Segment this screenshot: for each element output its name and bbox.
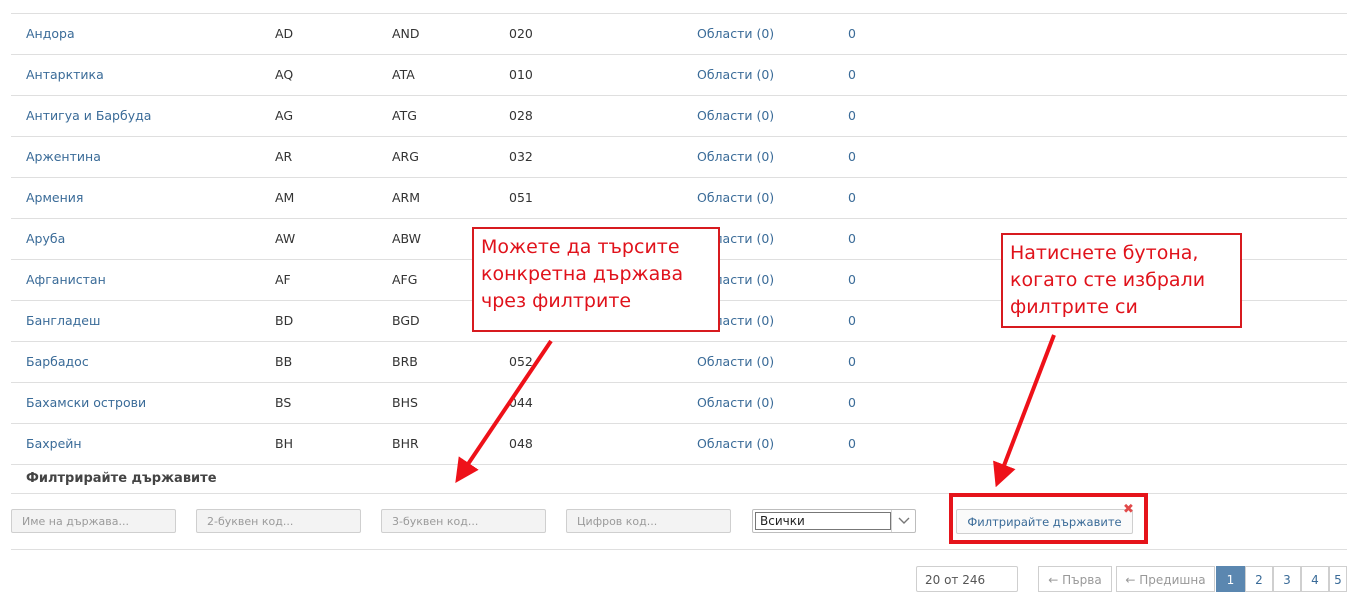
table-row: Бахамски острови BS BHS 044 Области (0) 0 bbox=[11, 382, 1347, 423]
alpha3-code: ARM bbox=[392, 190, 421, 205]
regions-link[interactable]: Области (0) bbox=[697, 395, 774, 410]
filter-divider bbox=[11, 464, 1347, 465]
regions-count-link[interactable]: 0 bbox=[848, 272, 856, 287]
alpha3-code: BHR bbox=[392, 436, 419, 451]
clear-filters-icon[interactable]: ✖ bbox=[1123, 502, 1134, 517]
country-name-link[interactable]: Аруба bbox=[26, 231, 65, 246]
country-name-link[interactable]: Андора bbox=[26, 26, 75, 41]
alpha3-code: ATG bbox=[392, 108, 417, 123]
table-row: Бахрейн BH BHR 048 Области (0) 0 bbox=[11, 423, 1347, 464]
country-name-link[interactable]: Барбадос bbox=[26, 354, 89, 369]
table-row: Андора AD AND 020 Области (0) 0 bbox=[11, 13, 1347, 54]
numeric-code: 028 bbox=[509, 108, 533, 123]
alpha2-code: BD bbox=[275, 313, 294, 328]
alpha2-code: AM bbox=[275, 190, 295, 205]
alpha2-code: AW bbox=[275, 231, 296, 246]
numeric-code: 032 bbox=[509, 149, 533, 164]
alpha2-code: AF bbox=[275, 272, 291, 287]
numeric-code: 048 bbox=[509, 436, 533, 451]
alpha3-code-input[interactable] bbox=[381, 509, 546, 533]
previous-page-button[interactable]: ← Предишна bbox=[1116, 566, 1215, 592]
regions-count-link[interactable]: 0 bbox=[848, 190, 856, 205]
regions-link[interactable]: Области (0) bbox=[697, 436, 774, 451]
table-row: Армения AM ARM 051 Области (0) 0 bbox=[11, 177, 1347, 218]
regions-count-link[interactable]: 0 bbox=[848, 149, 856, 164]
country-name-link[interactable]: Антарктика bbox=[26, 67, 104, 82]
page-4-button[interactable]: 4 bbox=[1301, 566, 1329, 592]
alpha2-code: AR bbox=[275, 149, 293, 164]
regions-link[interactable]: Области (0) bbox=[697, 354, 774, 369]
button-hint-callout: Натиснете бутона, когато сте избрали фил… bbox=[1001, 233, 1242, 328]
country-name-link[interactable]: Антигуа и Барбуда bbox=[26, 108, 151, 123]
page-3-button[interactable]: 3 bbox=[1273, 566, 1301, 592]
numeric-code: 010 bbox=[509, 67, 533, 82]
alpha3-code: ATA bbox=[392, 67, 415, 82]
alpha3-code: AND bbox=[392, 26, 420, 41]
regions-link[interactable]: Области (0) bbox=[697, 149, 774, 164]
numeric-code-input[interactable] bbox=[566, 509, 731, 533]
regions-link[interactable]: Области (0) bbox=[697, 26, 774, 41]
alpha2-code: AD bbox=[275, 26, 294, 41]
regions-count-link[interactable]: 0 bbox=[848, 395, 856, 410]
filters-hint-callout: Можете да търсите конкретна държава чрез… bbox=[472, 227, 720, 332]
regions-count-link[interactable]: 0 bbox=[848, 108, 856, 123]
alpha3-code: BRB bbox=[392, 354, 418, 369]
page-size-select[interactable]: 20 от 246 bbox=[916, 566, 1018, 592]
country-name-link[interactable]: Армения bbox=[26, 190, 83, 205]
alpha2-code-input[interactable] bbox=[196, 509, 361, 533]
filter-bottom-divider bbox=[11, 549, 1347, 550]
status-select[interactable]: Всички bbox=[752, 509, 916, 533]
table-row: Аржентина AR ARG 032 Области (0) 0 bbox=[11, 136, 1347, 177]
regions-link[interactable]: Области (0) bbox=[697, 108, 774, 123]
country-name-link[interactable]: Бахамски острови bbox=[26, 395, 146, 410]
page-5-button[interactable]: 5 bbox=[1329, 566, 1347, 592]
numeric-code: 044 bbox=[509, 395, 533, 410]
country-name-link[interactable]: Афганистан bbox=[26, 272, 106, 287]
page-1-button[interactable]: 1 bbox=[1216, 566, 1245, 592]
regions-count-link[interactable]: 0 bbox=[848, 67, 856, 82]
regions-count-link[interactable]: 0 bbox=[848, 26, 856, 41]
alpha2-code: AQ bbox=[275, 67, 294, 82]
alpha3-code: ARG bbox=[392, 149, 419, 164]
filter-section-title: Филтрирайте държавите bbox=[26, 471, 217, 486]
alpha2-code: AG bbox=[275, 108, 294, 123]
numeric-code: 020 bbox=[509, 26, 533, 41]
first-page-button[interactable]: ← Първа bbox=[1038, 566, 1112, 592]
numeric-code: 052 bbox=[509, 354, 533, 369]
alpha3-code: AFG bbox=[392, 272, 418, 287]
regions-link[interactable]: Области (0) bbox=[697, 67, 774, 82]
alpha3-code: BHS bbox=[392, 395, 418, 410]
alpha2-code: BB bbox=[275, 354, 293, 369]
country-name-link[interactable]: Бангладеш bbox=[26, 313, 100, 328]
country-name-link[interactable]: Аржентина bbox=[26, 149, 101, 164]
table-row: Барбадос BB BRB 052 Области (0) 0 bbox=[11, 341, 1347, 382]
regions-count-link[interactable]: 0 bbox=[848, 231, 856, 246]
regions-count-link[interactable]: 0 bbox=[848, 436, 856, 451]
numeric-code: 051 bbox=[509, 190, 533, 205]
alpha2-code: BH bbox=[275, 436, 293, 451]
alpha2-code: BS bbox=[275, 395, 292, 410]
regions-count-link[interactable]: 0 bbox=[848, 313, 856, 328]
chevron-down-icon[interactable] bbox=[891, 510, 915, 532]
alpha3-code: ABW bbox=[392, 231, 422, 246]
country-name-link[interactable]: Бахрейн bbox=[26, 436, 82, 451]
table-row: Антигуа и Барбуда AG ATG 028 Области (0) 0 bbox=[11, 95, 1347, 136]
filter-countries-button[interactable]: Филтрирайте държавите bbox=[956, 509, 1133, 534]
country-name-input[interactable] bbox=[11, 509, 176, 533]
alpha3-code: BGD bbox=[392, 313, 420, 328]
regions-link[interactable]: Области (0) bbox=[697, 190, 774, 205]
page-2-button[interactable]: 2 bbox=[1245, 566, 1273, 592]
status-select-value: Всички bbox=[755, 512, 891, 530]
regions-count-link[interactable]: 0 bbox=[848, 354, 856, 369]
table-row: Антарктика AQ ATA 010 Области (0) 0 bbox=[11, 54, 1347, 95]
